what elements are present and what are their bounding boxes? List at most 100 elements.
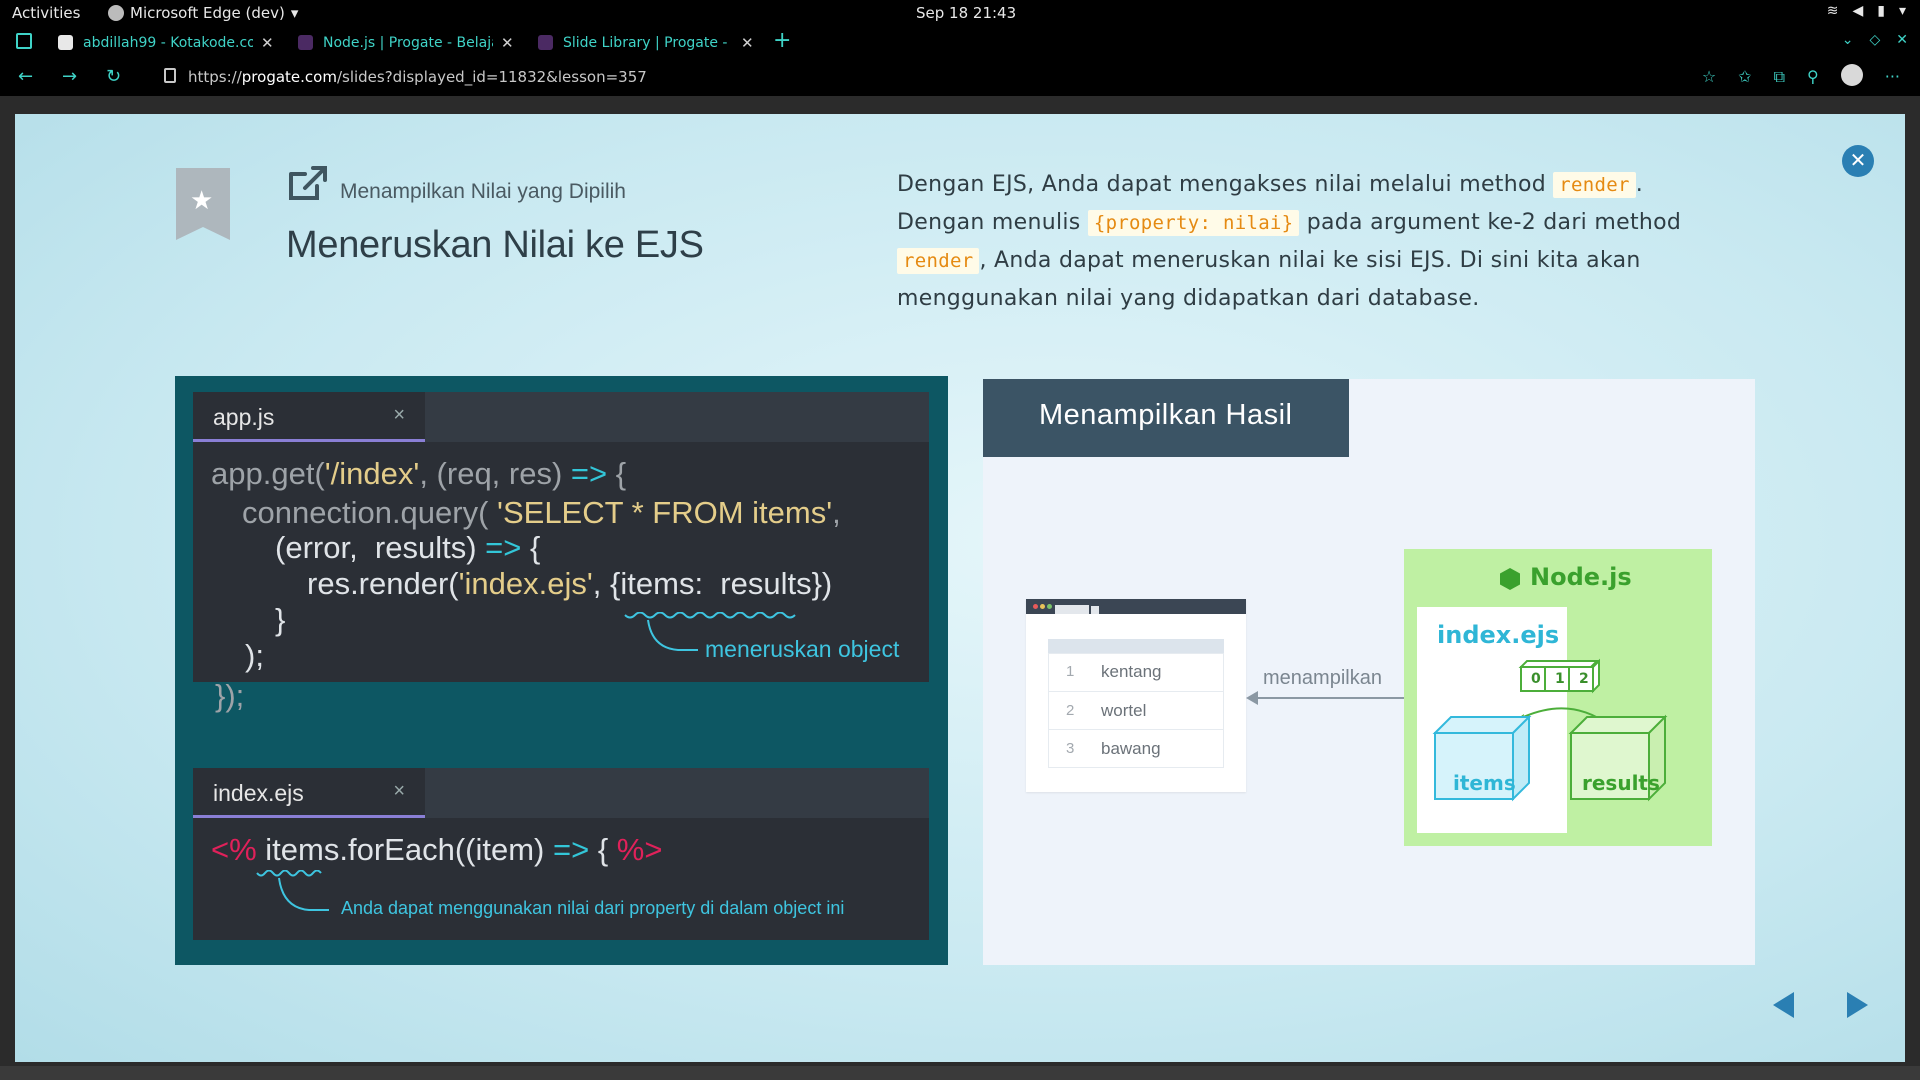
nodejs-box: Node.js index.ejs 0 1 2 items results bbox=[1404, 549, 1712, 846]
desc-text: pada argument ke-2 dari method bbox=[1299, 210, 1682, 235]
battery-icon: ▮ bbox=[1877, 3, 1885, 19]
horizontal-scrollbar[interactable] bbox=[0, 1066, 1920, 1080]
results-cube-label: results bbox=[1582, 771, 1660, 795]
system-top-bar: Activities Microsoft Edge (dev) ▾ Sep 18… bbox=[0, 0, 1920, 27]
add-favorite-icon[interactable]: ☆ bbox=[1702, 67, 1716, 87]
editor-app-js: app.js × app.get('/index', (req, res) =>… bbox=[193, 392, 929, 713]
star-icon: ★ bbox=[190, 186, 214, 216]
illustration-header: Menampilkan Hasil bbox=[983, 379, 1349, 457]
close-icon: × bbox=[393, 404, 405, 426]
code-token: '/index' bbox=[324, 456, 420, 491]
code-line: (error, results) => { bbox=[275, 530, 540, 566]
chevron-down-icon[interactable]: ⌄ bbox=[1842, 32, 1854, 48]
tab-title: abdillah99 - Kotakode.co bbox=[83, 34, 253, 51]
lock-icon bbox=[164, 68, 176, 83]
row-number: 3 bbox=[1066, 740, 1075, 757]
page-content: ✕ ★ Menampilkan Nilai yang Dipilih Mener… bbox=[0, 96, 1920, 1080]
file-tab-label: app.js bbox=[213, 404, 275, 430]
power-menu-icon: ▾ bbox=[1898, 3, 1906, 19]
window-controls: ⌄ ◇ ✕ bbox=[1842, 32, 1908, 48]
code-line: <% items.forEach((item) => { %> bbox=[211, 832, 662, 868]
close-slide-button[interactable]: ✕ bbox=[1842, 145, 1874, 177]
window-dot bbox=[1033, 604, 1038, 609]
code-token: 'SELECT * FROM items' bbox=[497, 495, 833, 530]
profile-avatar[interactable] bbox=[1840, 64, 1863, 86]
external-link-icon bbox=[289, 166, 327, 200]
close-icon: × bbox=[393, 780, 405, 802]
tab-slide-library[interactable]: Slide Library | Progate - B ✕ bbox=[528, 27, 754, 58]
code-token: items bbox=[265, 832, 340, 867]
app-menu[interactable]: Microsoft Edge (dev) ▾ bbox=[108, 4, 298, 22]
row-number: 2 bbox=[1066, 702, 1075, 719]
wifi-icon: ≋ bbox=[1826, 3, 1839, 19]
inline-code: render bbox=[897, 248, 980, 274]
next-slide-button[interactable] bbox=[1847, 992, 1868, 1018]
code-line: res.render('index.ejs', {items: results}… bbox=[307, 566, 832, 602]
table-row: 3 bawang bbox=[1048, 729, 1224, 767]
table-row: 2 wortel bbox=[1048, 691, 1224, 729]
code-token: => bbox=[552, 832, 590, 867]
code-panel: app.js × app.get('/index', (req, res) =>… bbox=[175, 376, 948, 965]
browser-window-mock: 1 kentang 2 wortel 3 bawang bbox=[1026, 599, 1246, 792]
table-header bbox=[1048, 639, 1224, 653]
inline-code: render bbox=[1553, 172, 1636, 198]
tab-actions-icon[interactable] bbox=[16, 33, 32, 49]
url-scheme: https:// bbox=[188, 68, 242, 86]
reload-icon[interactable]: ↻ bbox=[106, 66, 121, 87]
extensions-icon[interactable]: ⚲ bbox=[1807, 67, 1819, 87]
code-token: { bbox=[521, 530, 541, 565]
desc-text: Dengan EJS, Anda dapat mengakses nilai m… bbox=[897, 172, 1554, 197]
window-tab bbox=[1091, 606, 1099, 614]
forward-arrow-icon[interactable]: → bbox=[62, 66, 77, 87]
more-menu-icon[interactable]: ··· bbox=[1885, 67, 1900, 87]
toolbar-icons: ☆ ✩ ⧉ ⚲ ··· bbox=[1702, 64, 1900, 87]
address-bar-row: ← → ↻ https://progate.com/slides?display… bbox=[0, 58, 1920, 96]
row-value: kentang bbox=[1101, 662, 1162, 681]
bookmark-icon[interactable]: ★ bbox=[176, 168, 230, 240]
tab-progate-nodejs[interactable]: Node.js | Progate - Belaja ✕ bbox=[288, 27, 514, 58]
chevron-down-icon: ▾ bbox=[290, 4, 299, 22]
activities-button[interactable]: Activities bbox=[12, 4, 80, 22]
url-path: /slides?displayed_id=11832&lesson=357 bbox=[336, 68, 647, 86]
back-arrow-icon[interactable]: ← bbox=[18, 66, 33, 87]
previous-slide-button[interactable] bbox=[1773, 992, 1794, 1018]
window-tab bbox=[1055, 605, 1089, 614]
system-tray[interactable]: ≋ ◀ ▮ ▾ bbox=[1827, 3, 1906, 19]
code-token: (error, results) bbox=[275, 530, 486, 565]
code-token: => bbox=[570, 456, 608, 491]
address-input[interactable]: https://progate.com/slides?displayed_id=… bbox=[160, 63, 1680, 91]
code-line: } bbox=[275, 602, 286, 637]
code-token: %> bbox=[616, 832, 663, 867]
row-value: bawang bbox=[1101, 739, 1161, 758]
array-index: 1 bbox=[1555, 671, 1565, 687]
table-row: 1 kentang bbox=[1048, 653, 1224, 691]
clock[interactable]: Sep 18 21:43 bbox=[916, 4, 1016, 22]
url-host: progate.com bbox=[241, 68, 337, 86]
editor-tab-row: app.js × bbox=[193, 392, 929, 442]
tab-kotakode[interactable]: abdillah99 - Kotakode.co ✕ bbox=[48, 27, 274, 58]
collections-icon[interactable]: ⧉ bbox=[1774, 67, 1785, 87]
progate-favicon-icon bbox=[538, 35, 553, 50]
close-window-icon[interactable]: ✕ bbox=[1896, 32, 1908, 48]
arrow-left-icon bbox=[1246, 691, 1258, 705]
editor-tab-row: index.ejs × bbox=[193, 768, 929, 818]
close-tab-icon[interactable]: ✕ bbox=[261, 34, 274, 52]
code-token: connection.query( bbox=[242, 495, 498, 530]
new-tab-button[interactable]: + bbox=[773, 28, 791, 53]
favorites-icon[interactable]: ✩ bbox=[1738, 67, 1751, 87]
code-line: connection.query( 'SELECT * FROM items', bbox=[242, 495, 841, 531]
volume-icon: ◀ bbox=[1852, 3, 1864, 19]
close-tab-icon[interactable]: ✕ bbox=[741, 34, 754, 52]
close-tab-icon[interactable]: ✕ bbox=[501, 34, 514, 52]
code-line: ); bbox=[245, 638, 264, 673]
kotakode-favicon-icon bbox=[58, 35, 73, 50]
code-token: 'index.ejs' bbox=[458, 566, 593, 601]
array-index: 2 bbox=[1579, 671, 1589, 687]
file-tab: app.js × bbox=[193, 392, 425, 442]
code-token: , (req, res) bbox=[419, 456, 571, 491]
browser-tab-bar: abdillah99 - Kotakode.co ✕ Node.js | Pro… bbox=[0, 27, 1920, 58]
diamond-icon[interactable]: ◇ bbox=[1869, 32, 1880, 48]
cubes-diagram bbox=[1432, 658, 1668, 802]
progate-favicon-icon bbox=[298, 35, 313, 50]
annotation-label: Anda dapat menggunakan nilai dari proper… bbox=[341, 898, 845, 918]
